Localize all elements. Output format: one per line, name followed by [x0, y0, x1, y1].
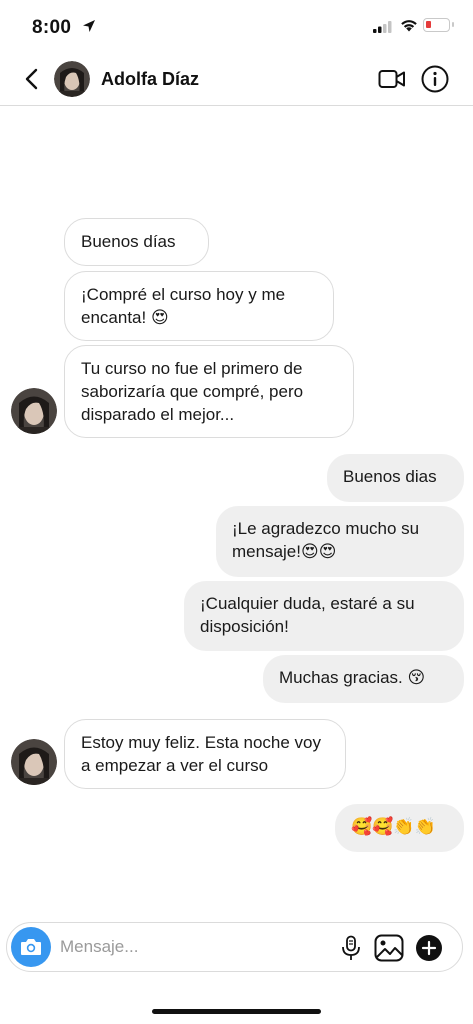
message-bubble-outgoing[interactable]: ¡Cualquier duda, estaré a su disposición… — [184, 581, 464, 651]
camera-icon — [21, 939, 41, 955]
status-time: 8:00 — [32, 17, 72, 38]
microphone-icon[interactable] — [340, 935, 362, 961]
message-bubble-incoming[interactable]: Estoy muy feliz. Esta noche voy a empeza… — [64, 719, 346, 789]
message-text: Estoy muy feliz. Esta noche voy a empeza… — [81, 733, 321, 775]
message-bubble-incoming[interactable]: ¡Compré el curso hoy y me encanta! 😍 — [64, 271, 334, 341]
message-input[interactable]: Mensaje... — [60, 937, 138, 957]
status-bar: 8:00 — [0, 0, 473, 50]
message-bubble-incoming[interactable]: Buenos días — [64, 218, 209, 266]
cellular-signal-icon — [373, 21, 392, 33]
message-composer: Mensaje... — [6, 922, 463, 972]
message-text: ¡Le agradezco mucho su mensaje!😍😍 — [232, 519, 420, 561]
message-bubble-outgoing[interactable]: 🥰🥰👏👏 — [335, 804, 464, 852]
add-button[interactable] — [416, 935, 442, 961]
contact-avatar[interactable] — [54, 61, 90, 97]
message-bubble-incoming[interactable]: Tu curso no fue el primero de saborizarí… — [64, 345, 354, 438]
wifi-icon — [401, 20, 417, 32]
message-text: ¡Cualquier duda, estaré a su disposición… — [200, 594, 415, 636]
video-camera-icon[interactable] — [378, 68, 406, 90]
image-icon[interactable] — [374, 934, 404, 962]
sender-avatar[interactable] — [11, 388, 57, 434]
battery-icon — [423, 18, 454, 32]
contact-name[interactable]: Adolfa Díaz — [101, 69, 199, 90]
camera-button[interactable] — [11, 927, 51, 967]
message-text: Tu curso no fue el primero de saborizarí… — [81, 359, 304, 424]
location-arrow-icon — [83, 20, 95, 32]
message-text: Muchas gracias. 😚 — [279, 668, 426, 687]
sender-avatar[interactable] — [11, 739, 57, 785]
home-indicator[interactable] — [152, 1009, 321, 1014]
message-text: Buenos días — [81, 232, 176, 251]
message-text: ¡Compré el curso hoy y me encanta! 😍 — [81, 285, 286, 327]
back-chevron-icon[interactable] — [22, 68, 42, 90]
message-text: Buenos dias — [343, 467, 437, 486]
chat-header: Adolfa Díaz — [0, 50, 473, 106]
plus-icon — [421, 940, 437, 956]
message-bubble-outgoing[interactable]: ¡Le agradezco mucho su mensaje!😍😍 — [216, 506, 464, 577]
message-bubble-outgoing[interactable]: Muchas gracias. 😚 — [263, 655, 464, 703]
info-icon[interactable] — [421, 65, 449, 93]
message-bubble-outgoing[interactable]: Buenos dias — [327, 454, 464, 502]
message-text: 🥰🥰👏👏 — [351, 817, 436, 837]
